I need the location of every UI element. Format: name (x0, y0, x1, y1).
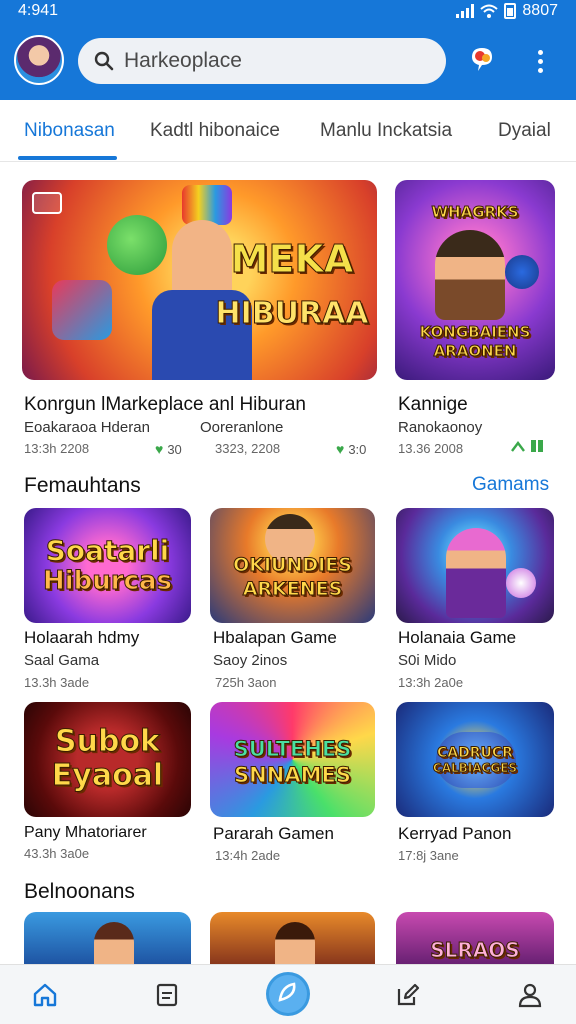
game-meta: 13:3h 2a0e (398, 675, 464, 690)
game-card-image[interactable]: Soatarli Hiburcas (24, 508, 191, 623)
category-tabs: Nibonasan Kadtl hibonaice Manlu Inckatsi… (0, 100, 576, 162)
compass-icon (266, 972, 310, 1016)
featured-art-subtitle-2: KONGBAIENS (419, 323, 531, 341)
section-title: Femauhtans (24, 474, 141, 497)
bottom-navigation (0, 964, 576, 1024)
game-meta: 13:4h 2ade (215, 848, 281, 863)
game-title[interactable]: Kerryad Panon (398, 824, 511, 844)
battery-text: 8807 (522, 2, 558, 19)
featured-date: 13:3h 2208 (24, 441, 90, 456)
badge-icon (32, 192, 62, 214)
wifi-icon (480, 4, 499, 18)
featured-art-subtitle: HIBURAA (215, 296, 369, 331)
tab-dyaial[interactable]: Dyaial (498, 120, 551, 142)
featured-middle-date: 3323, 2208 (215, 441, 281, 456)
featured-art-title-2: WHAGRKS (431, 203, 519, 221)
app-header: 4:941 8807 (0, 0, 576, 100)
game-meta: 13.3h 3ade (24, 675, 90, 690)
game-meta: 725h 3aon (215, 675, 277, 690)
nav-home[interactable] (23, 973, 67, 1017)
game-title[interactable]: Holaarah hdmy (24, 628, 139, 648)
game-card-image[interactable]: SULTEHES SNNAMES (210, 702, 375, 817)
featured-title-2[interactable]: Kannige (398, 394, 468, 416)
featured-art-title: MEKA (230, 237, 354, 281)
game-meta: 43.3h 3a0e (24, 846, 90, 861)
active-tab-indicator (18, 156, 117, 160)
featured-date-2: 13.36 2008 (398, 441, 464, 456)
nav-library[interactable] (145, 973, 189, 1017)
section-see-all-link[interactable]: Gamams (472, 474, 549, 496)
featured-actions-2 (510, 439, 544, 453)
featured-subtitle: Eoakaraoa Hderan (24, 419, 150, 436)
home-icon (33, 983, 57, 1007)
nav-profile[interactable] (508, 973, 552, 1017)
game-card-image[interactable]: Subok Eyaoal (24, 702, 191, 817)
featured-subtitle-2: Ranokaonoy (398, 419, 483, 436)
game-title[interactable]: Pararah Gamen (213, 824, 334, 844)
game-subtitle: Saoy 2inos (213, 652, 288, 669)
game-title[interactable]: Holanaia Game (398, 628, 516, 648)
nav-edit[interactable] (386, 973, 430, 1017)
game-card-image[interactable]: CADRUCR CALBIACGES (396, 702, 554, 817)
notification-icon[interactable] (468, 44, 498, 76)
game-card-image[interactable] (24, 912, 191, 972)
nav-center[interactable] (264, 970, 312, 1018)
section-title-2: Belnoonans (24, 880, 135, 903)
signal-icon (456, 4, 475, 18)
more-options-icon[interactable] (530, 46, 550, 76)
featured-card-image-2[interactable]: WHAGRKS KONGBAIENS ARAONEN (395, 180, 555, 380)
status-icons: 8807 (456, 2, 558, 20)
featured-card-image[interactable]: MEKA HIBURAA (22, 180, 377, 380)
search-bar[interactable] (78, 38, 446, 84)
person-icon (518, 983, 542, 1008)
featured-art-subtitle-3: ARAONEN (433, 342, 517, 360)
battery-icon (504, 3, 517, 19)
featured-rating: ♥ 30 (155, 441, 182, 457)
featured-middle-subtitle: Ooreranlone (200, 419, 284, 436)
search-input[interactable] (124, 49, 424, 73)
tab-indkatsia[interactable]: Manlu Inckatsia (320, 120, 452, 142)
share-icon[interactable] (510, 439, 526, 453)
book-icon[interactable] (530, 439, 544, 453)
heart-icon: ♥ (336, 441, 345, 457)
game-card-image[interactable] (210, 912, 375, 972)
game-card-image[interactable] (396, 508, 554, 623)
game-title[interactable]: Pany Mhatoriarer (24, 824, 147, 842)
featured-middle-rating: ♥ 3:0 (336, 441, 367, 457)
game-subtitle: S0i Mido (398, 652, 457, 669)
heart-icon: ♥ (155, 441, 164, 457)
tab-home[interactable]: Nibonasan (24, 120, 115, 142)
game-card-image[interactable]: SLRAOS (396, 912, 554, 972)
profile-avatar[interactable] (14, 35, 64, 85)
status-time: 4:941 (18, 2, 59, 19)
edit-icon (397, 983, 420, 1006)
tab-hibonaice[interactable]: Kadtl hibonaice (150, 120, 280, 142)
featured-title[interactable]: Konrgun lMarkeplace anl Hiburan (24, 394, 306, 416)
game-meta: 17:8j 3ane (398, 848, 459, 863)
status-bar: 4:941 8807 (0, 0, 576, 28)
document-icon (156, 983, 178, 1007)
game-title[interactable]: Hbalapan Game (213, 628, 337, 648)
search-icon (94, 51, 114, 71)
game-subtitle: Saal Gama (24, 652, 100, 669)
game-card-image[interactable]: OKIUNDIES ARKENES (210, 508, 375, 623)
